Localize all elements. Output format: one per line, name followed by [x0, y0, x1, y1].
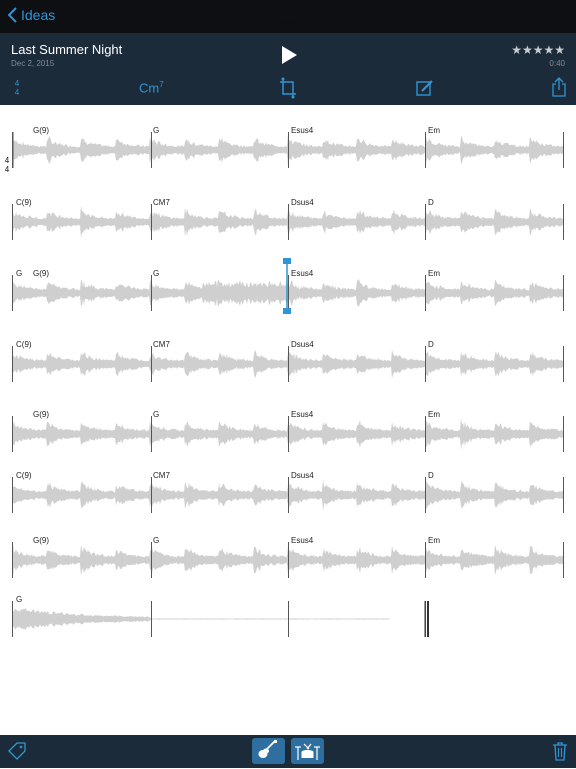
- bottom-toolbar: [0, 735, 576, 768]
- waveform-shape: [12, 206, 563, 238]
- waveform: [12, 132, 564, 168]
- song-date: Dec 2, 2015: [11, 59, 55, 68]
- waveform: [12, 542, 564, 578]
- edit-icon[interactable]: [416, 79, 434, 97]
- crop-icon[interactable]: [279, 77, 297, 99]
- chord-extension: 7: [159, 80, 164, 89]
- guitar-icon: [258, 740, 277, 758]
- waveform: [12, 204, 564, 240]
- waveform: [12, 346, 564, 382]
- play-icon[interactable]: [279, 45, 299, 65]
- waveform-shape: [12, 608, 390, 630]
- drums-button[interactable]: [291, 738, 324, 764]
- tag-icon[interactable]: [8, 742, 26, 760]
- song-duration: 0:40: [549, 59, 565, 68]
- song-info-bar: Last Summer Night Dec 2, 2015 ★★★★★ 0:40…: [0, 33, 576, 105]
- time-signature-button[interactable]: 4 4: [13, 79, 21, 97]
- waveform: [12, 416, 564, 452]
- waveform-shape: [12, 479, 563, 511]
- measure-row[interactable]: G: [0, 595, 576, 645]
- row-time-signature: 44: [4, 156, 10, 174]
- measure-row[interactable]: C(9) CM7 Dsus4 D: [0, 340, 576, 390]
- drums-icon: [295, 743, 320, 760]
- navigation-bar: Ideas Details: [0, 0, 576, 33]
- rating-stars[interactable]: ★★★★★: [511, 43, 565, 57]
- chord-root: Cm: [139, 80, 160, 96]
- song-title[interactable]: Last Summer Night: [11, 42, 122, 57]
- waveform-shape: [12, 544, 563, 576]
- nav-title: Details: [266, 8, 310, 24]
- time-sig-bottom: 4: [14, 88, 20, 97]
- playhead-handle[interactable]: [282, 258, 292, 314]
- measure-row[interactable]: G(9) G Esus4 Em: [0, 536, 576, 586]
- measure-row[interactable]: G G(9) G Esus4 Em: [0, 258, 576, 319]
- trash-icon[interactable]: [552, 741, 568, 761]
- time-sig-top: 4: [14, 79, 20, 88]
- waveform: [12, 477, 564, 513]
- measure-row[interactable]: 44 G(9) G Esus4 Em: [0, 126, 576, 176]
- waveform-shape: [12, 349, 563, 379]
- chord-button[interactable]: Cm7: [139, 80, 164, 95]
- guitar-button[interactable]: [252, 738, 285, 764]
- measure-row[interactable]: C(9) CM7 Dsus4 D: [0, 471, 576, 521]
- share-icon[interactable]: [551, 77, 567, 97]
- waveform-shape: [12, 418, 563, 450]
- waveform-shape: [12, 134, 563, 166]
- measure-row[interactable]: G(9) G Esus4 Em: [0, 410, 576, 460]
- chord-sheet: 44 G(9) G Esus4 Em C(9) CM7 Dsus4 D G G(…: [0, 105, 576, 735]
- measure-row[interactable]: C(9) CM7 Dsus4 D: [0, 198, 576, 248]
- waveform: [12, 601, 429, 637]
